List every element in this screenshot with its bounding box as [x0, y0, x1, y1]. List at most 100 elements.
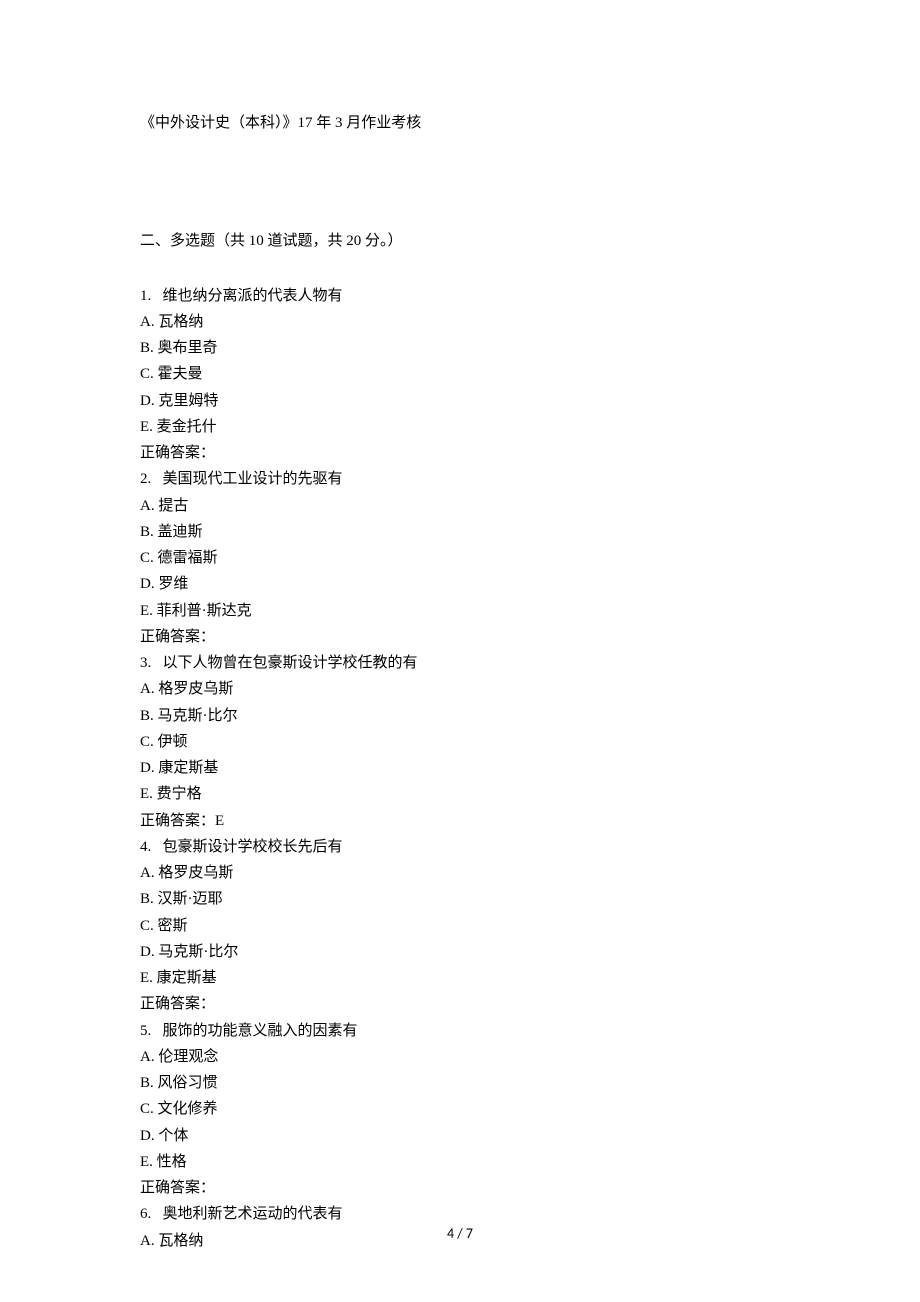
question-option: E. 康定斯基 — [140, 965, 780, 991]
option-text: 文化修养 — [158, 1101, 218, 1117]
option-label: D. — [140, 944, 155, 960]
question-option: E. 费宁格 — [140, 781, 780, 807]
question-text: 美国现代工业设计的先驱有 — [163, 471, 343, 487]
question-option: E. 麦金托什 — [140, 414, 780, 440]
option-label: B. — [140, 524, 154, 540]
answer-line: 正确答案： — [140, 991, 780, 1017]
question-number: 1. — [140, 288, 151, 304]
question-option: A. 格罗皮乌斯 — [140, 676, 780, 702]
option-text: 费宁格 — [157, 786, 202, 802]
question-option: A. 瓦格纳 — [140, 309, 780, 335]
question-stem: 2. 美国现代工业设计的先驱有 — [140, 466, 780, 492]
option-label: E. — [140, 419, 153, 435]
option-text: 密斯 — [158, 918, 188, 934]
question-option: C. 文化修养 — [140, 1096, 780, 1122]
question-option: B. 汉斯·迈耶 — [140, 886, 780, 912]
option-text: 瓦格纳 — [158, 314, 203, 330]
question-option: B. 风俗习惯 — [140, 1070, 780, 1096]
question-option: B. 奥布里奇 — [140, 335, 780, 361]
option-label: B. — [140, 708, 154, 724]
option-text: 提古 — [158, 498, 188, 514]
option-text: 盖迪斯 — [158, 524, 203, 540]
question-option: D. 个体 — [140, 1123, 780, 1149]
question-number: 4. — [140, 839, 151, 855]
option-text: 格罗皮乌斯 — [158, 681, 233, 697]
option-text: 汉斯·迈耶 — [158, 891, 223, 907]
option-text: 霍夫曼 — [158, 366, 203, 382]
question-option: D. 克里姆特 — [140, 388, 780, 414]
option-label: D. — [140, 760, 155, 776]
option-label: C. — [140, 918, 154, 934]
answer-value: E — [215, 813, 224, 829]
option-label: C. — [140, 734, 154, 750]
option-label: A. — [140, 681, 155, 697]
question-text: 包豪斯设计学校校长先后有 — [163, 839, 343, 855]
question-number: 6. — [140, 1206, 151, 1222]
option-text: 性格 — [157, 1154, 187, 1170]
option-text: 康定斯基 — [157, 970, 217, 986]
option-text: 个体 — [158, 1128, 188, 1144]
section-header: 二、多选题（共 10 道试题，共 20 分。） — [140, 228, 780, 254]
answer-label: 正确答案： — [140, 996, 215, 1012]
question-option: B. 马克斯·比尔 — [140, 703, 780, 729]
option-label: E. — [140, 786, 153, 802]
option-text: 麦金托什 — [157, 419, 217, 435]
questions-container: 1. 维也纳分离派的代表人物有A. 瓦格纳B. 奥布里奇C. 霍夫曼D. 克里姆… — [140, 283, 780, 1254]
question-option: A. 格罗皮乌斯 — [140, 860, 780, 886]
option-text: 克里姆特 — [158, 393, 218, 409]
option-text: 格罗皮乌斯 — [158, 865, 233, 881]
option-text: 风俗习惯 — [158, 1075, 218, 1091]
option-label: D. — [140, 393, 155, 409]
question-option: C. 密斯 — [140, 913, 780, 939]
option-text: 菲利普·斯达克 — [157, 603, 252, 619]
option-label: B. — [140, 1075, 154, 1091]
question-option: B. 盖迪斯 — [140, 519, 780, 545]
option-text: 伊顿 — [158, 734, 188, 750]
option-text: 伦理观念 — [158, 1049, 218, 1065]
question-stem: 1. 维也纳分离派的代表人物有 — [140, 283, 780, 309]
question-option: C. 霍夫曼 — [140, 361, 780, 387]
option-label: B. — [140, 340, 154, 356]
question-stem: 4. 包豪斯设计学校校长先后有 — [140, 834, 780, 860]
option-text: 马克斯·比尔 — [158, 708, 238, 724]
answer-label: 正确答案： — [140, 445, 215, 461]
answer-label: 正确答案： — [140, 813, 215, 829]
question-number: 2. — [140, 471, 151, 487]
option-text: 康定斯基 — [158, 760, 218, 776]
answer-line: 正确答案： — [140, 624, 780, 650]
answer-line: 正确答案：E — [140, 808, 780, 834]
option-label: A. — [140, 314, 155, 330]
option-text: 马克斯·比尔 — [158, 944, 238, 960]
option-label: C. — [140, 366, 154, 382]
option-label: C. — [140, 550, 154, 566]
question-number: 5. — [140, 1023, 151, 1039]
question-option: D. 康定斯基 — [140, 755, 780, 781]
question-stem: 5. 服饰的功能意义融入的因素有 — [140, 1018, 780, 1044]
question-stem: 3. 以下人物曾在包豪斯设计学校任教的有 — [140, 650, 780, 676]
question-text: 服饰的功能意义融入的因素有 — [163, 1023, 358, 1039]
question-number: 3. — [140, 655, 151, 671]
option-label: E. — [140, 970, 153, 986]
option-text: 奥布里奇 — [158, 340, 218, 356]
document-title: 《中外设计史（本科）》17 年 3 月作业考核 — [140, 110, 780, 136]
question-option: D. 罗维 — [140, 571, 780, 597]
question-text: 奥地利新艺术运动的代表有 — [163, 1206, 343, 1222]
question-option: D. 马克斯·比尔 — [140, 939, 780, 965]
answer-label: 正确答案： — [140, 1180, 215, 1196]
option-label: D. — [140, 1128, 155, 1144]
option-label: B. — [140, 891, 154, 907]
question-option: C. 德雷福斯 — [140, 545, 780, 571]
question-option: A. 伦理观念 — [140, 1044, 780, 1070]
option-label: C. — [140, 1101, 154, 1117]
page-number: 4 / 7 — [0, 1222, 920, 1247]
question-option: C. 伊顿 — [140, 729, 780, 755]
question-option: E. 性格 — [140, 1149, 780, 1175]
option-label: A. — [140, 865, 155, 881]
question-option: E. 菲利普·斯达克 — [140, 598, 780, 624]
question-text: 以下人物曾在包豪斯设计学校任教的有 — [163, 655, 418, 671]
option-label: A. — [140, 1049, 155, 1065]
option-text: 罗维 — [158, 576, 188, 592]
question-option: A. 提古 — [140, 493, 780, 519]
option-label: E. — [140, 603, 153, 619]
option-text: 德雷福斯 — [158, 550, 218, 566]
